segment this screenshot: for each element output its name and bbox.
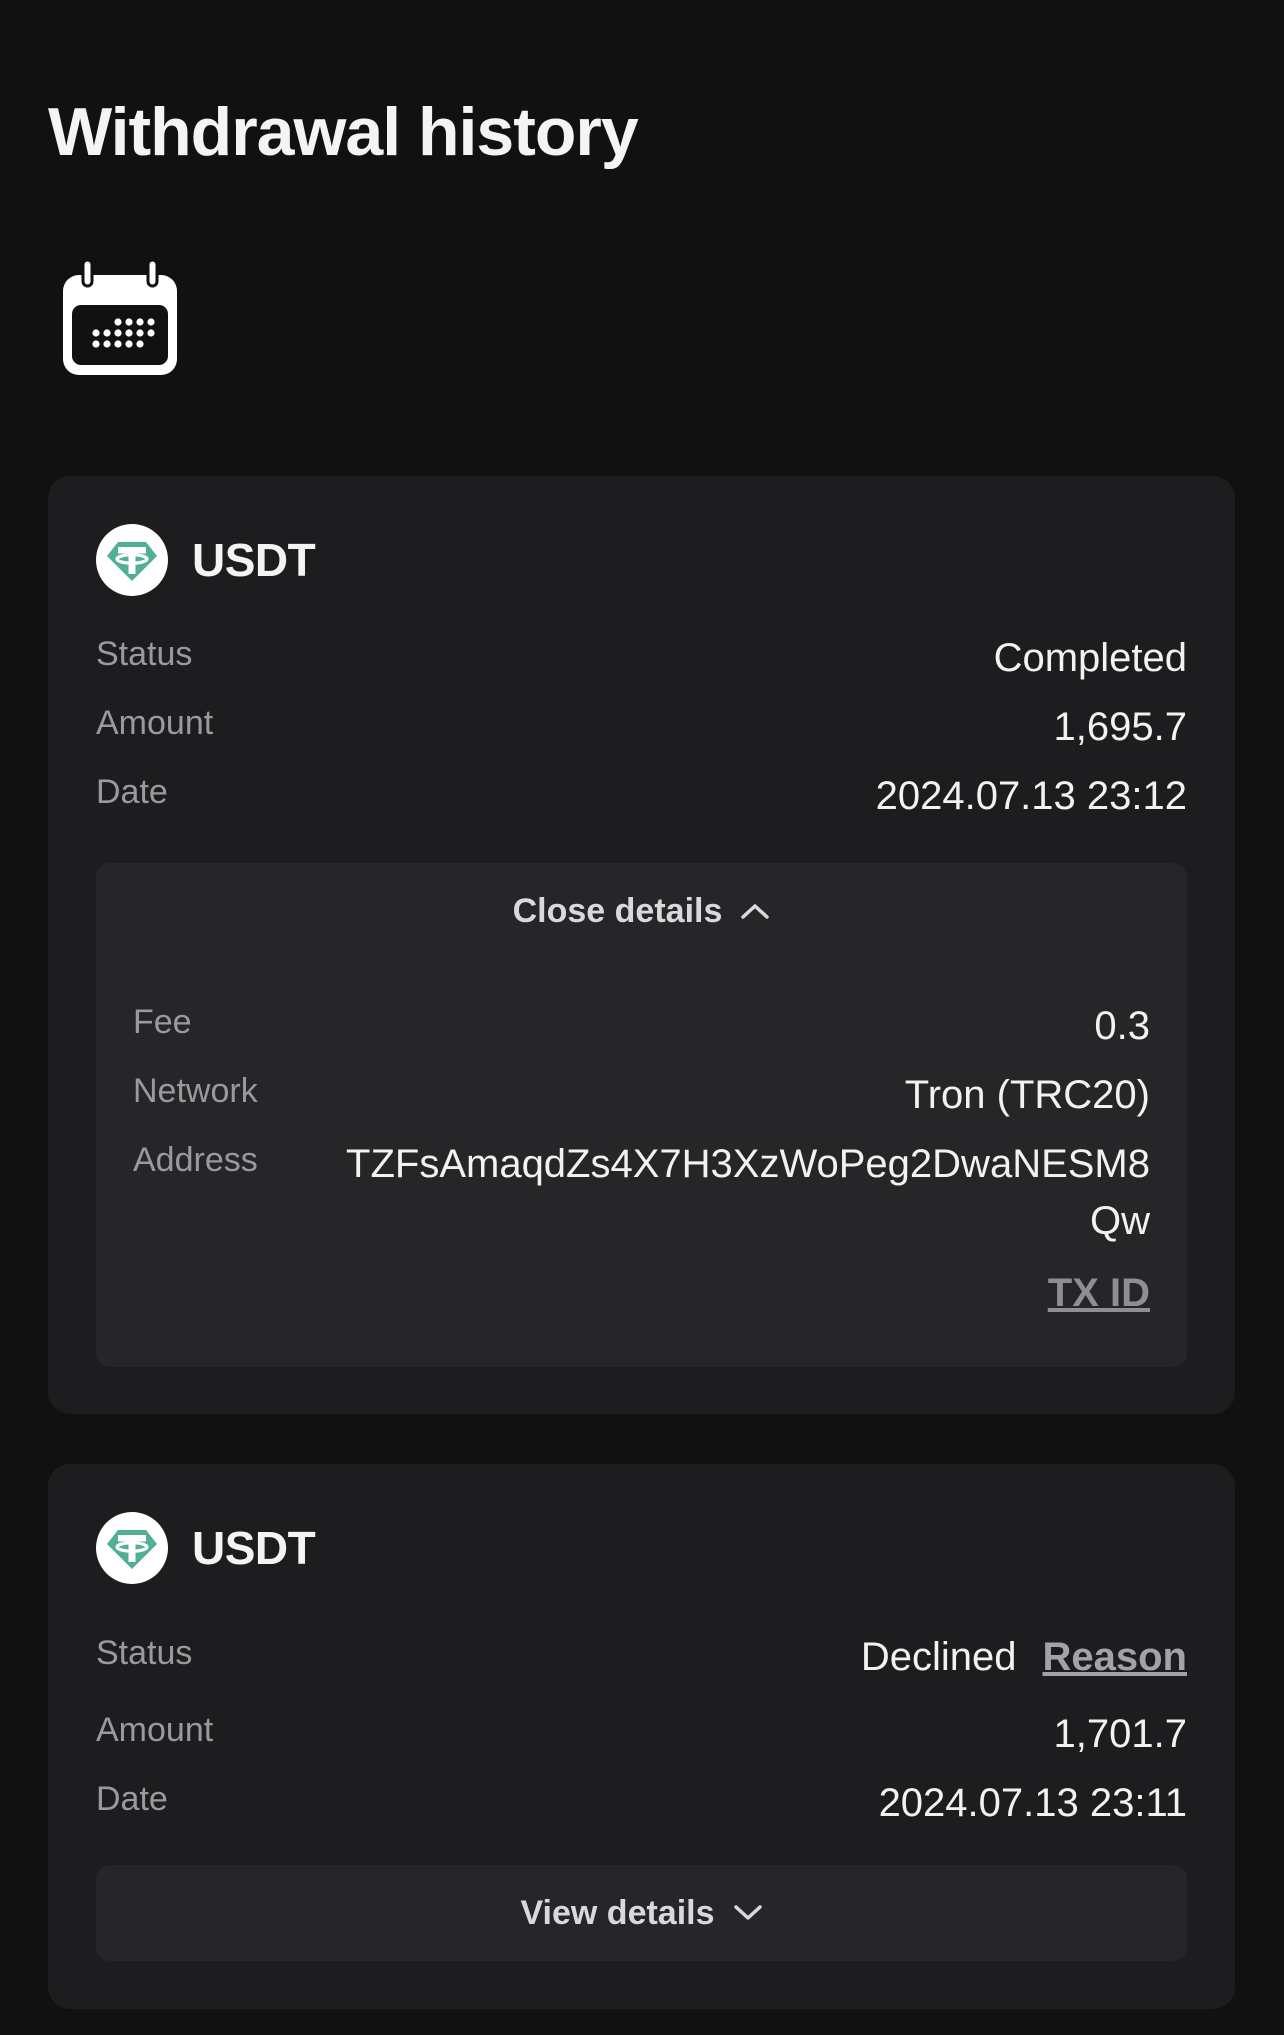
address-label: Address [133,1141,258,1179]
fee-value: 0.3 [1094,1004,1150,1048]
details-panel: Close details Fee 0.3 Network Tron (TRC2… [96,863,1187,1367]
status-label: Status [96,635,193,673]
address-value: TZFsAmaqdZs4X7H3XzWoPeg2DwaNESM8Qw [346,1142,1150,1243]
txid-link[interactable]: TX ID [1048,1265,1150,1321]
status-row: Status Completed [96,626,1187,682]
status-value: Declined Reason [861,1629,1187,1685]
status-text: Declined [860,1635,1017,1679]
reason-link[interactable]: Reason [1043,1635,1188,1679]
calendar-icon [63,258,177,375]
date-row: Date 2024.07.13 23:12 [96,764,1187,820]
page-title: Withdrawal history [48,94,639,170]
coin-name: USDT [192,1522,316,1574]
network-label: Network [133,1072,258,1110]
chevron-down-icon [733,1905,762,1920]
status-row: Status Declined Reason [96,1625,1187,1681]
close-details-button[interactable]: Close details [96,863,1187,959]
coin-header: USDT [96,1512,316,1584]
date-label: Date [96,773,168,811]
calendar-filter-button[interactable] [58,258,182,382]
status-value: Completed [993,636,1187,680]
amount-label: Amount [96,1711,214,1749]
tether-icon [96,524,168,596]
details-panel: View details [96,1865,1187,1961]
network-value: Tron (TRC20) [904,1073,1150,1117]
tether-icon [96,1512,168,1584]
coin-name: USDT [192,534,316,586]
withdrawal-card: USDT Status Completed Amount 1,695.7 Dat… [48,476,1235,1414]
amount-row: Amount 1,695.7 [96,695,1187,751]
date-value: 2024.07.13 23:11 [878,1781,1187,1825]
amount-value: 1,695.7 [1053,705,1187,749]
amount-value: 1,701.7 [1053,1712,1187,1756]
amount-label: Amount [96,704,214,742]
details-toggle-label: View details [520,1893,715,1932]
status-label: Status [96,1634,193,1672]
coin-header: USDT [96,524,316,596]
fee-label: Fee [133,1003,192,1041]
amount-row: Amount 1,701.7 [96,1702,1187,1758]
view-details-button[interactable]: View details [96,1865,1187,1961]
date-value: 2024.07.13 23:12 [875,774,1187,818]
date-row: Date 2024.07.13 23:11 [96,1771,1187,1827]
chevron-up-icon [741,904,770,919]
withdrawal-card: USDT Status Declined Reason Amount 1,701.… [48,1464,1235,2009]
date-label: Date [96,1780,168,1818]
details-toggle-label: Close details [512,891,723,930]
